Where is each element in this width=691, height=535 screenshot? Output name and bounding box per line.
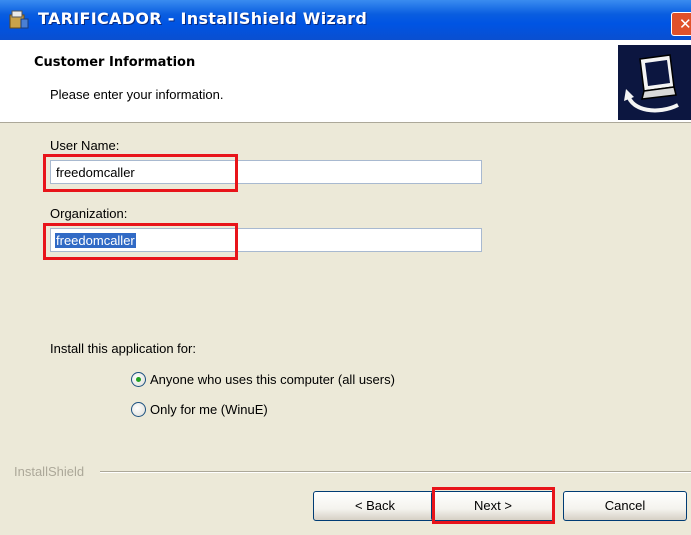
cancel-button[interactable]: Cancel xyxy=(563,491,687,521)
computer-install-icon xyxy=(618,45,691,120)
footer-divider xyxy=(100,471,691,473)
radio-all-users-label[interactable]: Anyone who uses this computer (all users… xyxy=(150,372,395,387)
radio-selected-dot xyxy=(136,377,141,382)
installer-window: TARIFICADOR - InstallShield Wizard ✕ Cus… xyxy=(0,0,691,535)
radio-only-me[interactable] xyxy=(131,402,146,417)
install-for-label: Install this application for: xyxy=(50,341,196,356)
window-title: TARIFICADOR - InstallShield Wizard xyxy=(38,9,368,28)
radio-all-users[interactable] xyxy=(131,372,146,387)
back-button[interactable]: < Back xyxy=(313,491,437,521)
page-title: Customer Information xyxy=(34,55,196,70)
username-label: User Name: xyxy=(50,138,120,153)
page-subtitle: Please enter your information. xyxy=(50,87,224,102)
organization-label: Organization: xyxy=(50,206,128,221)
title-bar[interactable]: TARIFICADOR - InstallShield Wizard ✕ xyxy=(0,0,691,40)
wizard-header: Customer Information Please enter your i… xyxy=(0,40,691,123)
next-highlight xyxy=(432,487,555,524)
radio-only-me-label[interactable]: Only for me (WinuE) xyxy=(150,402,268,417)
organization-highlight xyxy=(43,223,238,260)
username-highlight xyxy=(43,154,238,192)
installshield-brand: InstallShield xyxy=(14,464,85,479)
installer-app-icon xyxy=(9,10,29,29)
close-icon[interactable]: ✕ xyxy=(671,12,691,36)
